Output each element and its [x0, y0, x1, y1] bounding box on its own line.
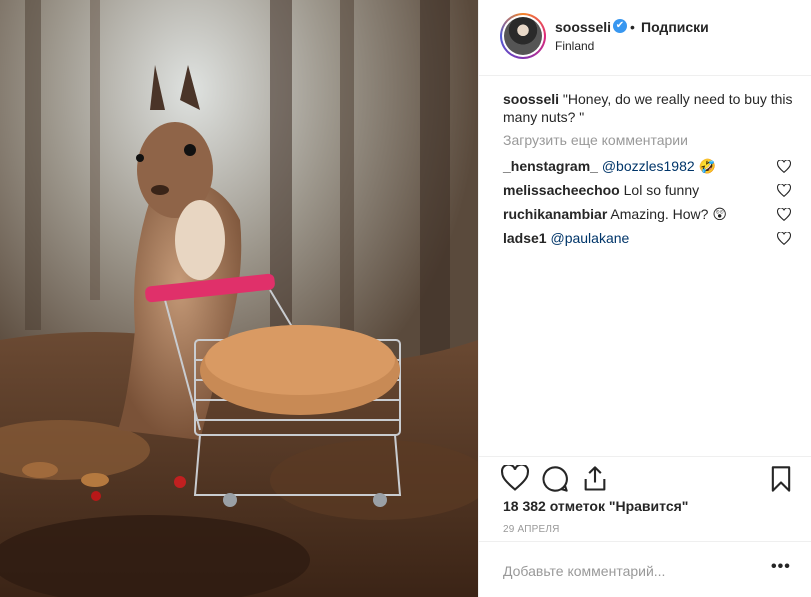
- comment-text: Amazing. How? 😲: [610, 206, 727, 222]
- add-comment-input[interactable]: Добавьте комментарий...: [503, 563, 665, 579]
- post-actions-bar: [479, 456, 811, 498]
- bookmark-icon[interactable]: [767, 465, 795, 493]
- share-icon[interactable]: [581, 465, 609, 493]
- comment-like-heart-icon[interactable]: [777, 232, 791, 245]
- following-button[interactable]: Подписки: [641, 19, 709, 35]
- heart-icon[interactable]: [501, 465, 529, 493]
- comment-username[interactable]: ruchikanambiar: [503, 206, 607, 222]
- add-comment-bar: Добавьте комментарий... •••: [479, 541, 811, 597]
- comment-item: ladse1 @paulakane: [503, 229, 793, 247]
- post-header: soosseli ✔ • Подписки Finland: [479, 0, 811, 76]
- post-date[interactable]: 29 АПРЕЛЯ: [503, 524, 560, 535]
- load-more-comments-button[interactable]: Загрузить еще комментарии: [503, 132, 688, 148]
- post-details-panel: soosseli ✔ • Подписки Finland soosseli "…: [478, 0, 811, 597]
- author-username[interactable]: soosseli: [555, 19, 611, 35]
- post-photo[interactable]: [0, 0, 478, 597]
- comment-icon[interactable]: [541, 465, 569, 493]
- comment-item: melissacheechoo Lol so funny: [503, 181, 793, 199]
- post-caption: soosseli "Honey, do we really need to bu…: [503, 90, 798, 126]
- comment-username[interactable]: _henstagram_: [503, 158, 598, 174]
- comment-username[interactable]: melissacheechoo: [503, 182, 620, 198]
- comment-username[interactable]: ladse1: [503, 230, 547, 246]
- more-options-icon[interactable]: •••: [771, 558, 791, 576]
- caption-username[interactable]: soosseli: [503, 91, 559, 107]
- separator-dot: •: [630, 19, 635, 35]
- squirrel-photo-illustration: [0, 0, 478, 597]
- verified-badge-icon: ✔: [613, 19, 627, 33]
- comment-like-heart-icon[interactable]: [777, 160, 791, 173]
- comment-item: ruchikanambiar Amazing. How? 😲: [503, 205, 793, 223]
- comment-text: Lol so funny: [623, 182, 700, 198]
- comment-text[interactable]: @bozzles1982 🤣: [602, 158, 716, 174]
- avatar[interactable]: [500, 13, 546, 59]
- comment-text[interactable]: @paulakane: [550, 230, 629, 246]
- comment-like-heart-icon[interactable]: [777, 184, 791, 197]
- likes-count[interactable]: 18 382 отметок "Нравится": [503, 498, 688, 514]
- comment-item: _henstagram_ @bozzles1982 🤣: [503, 157, 793, 175]
- comment-like-heart-icon[interactable]: [777, 208, 791, 221]
- location-link[interactable]: Finland: [555, 39, 594, 53]
